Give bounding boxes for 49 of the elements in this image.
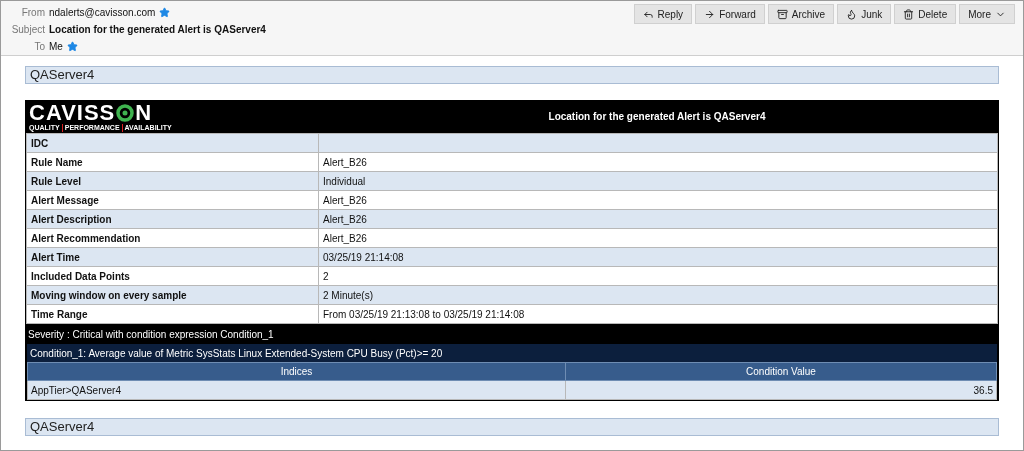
field-value: Location for the generated Alert is QAServer4: [49, 23, 266, 37]
toolbar-button[interactable]: More: [959, 4, 1015, 24]
toolbar-button[interactable]: Delete: [894, 4, 957, 24]
detail-label: Rule Name: [26, 152, 319, 172]
detail-value: Alert_B26: [323, 156, 367, 168]
trash-icon: [903, 8, 915, 20]
detail-label: Alert Description: [26, 209, 319, 229]
toolbar-button[interactable]: Forward: [695, 4, 765, 24]
server-name: QAServer4: [25, 418, 999, 436]
detail-label: Alert Time: [26, 247, 319, 267]
detail-label: IDC: [26, 133, 319, 153]
star-icon[interactable]: [159, 6, 171, 18]
column-header: Indices: [27, 362, 566, 381]
condition-title: Condition_1: Average value of Metric SysStats Linux Extended-System CPU Busy (Pct)>= 20: [27, 344, 997, 362]
arrow-icon: [704, 8, 716, 20]
logo-text: CAVISS: [29, 101, 116, 124]
flame-icon: [846, 8, 858, 20]
toolbar-button[interactable]: Reply: [633, 4, 693, 24]
detail-value: From 03/25/19 21:13:08 to 03/25/19 21:14:08: [323, 308, 525, 320]
logo-ring-icon: [116, 103, 135, 122]
severity-text: Severity : Critical with condition expression Condition_1: [25, 324, 999, 344]
detail-label: Time Range: [26, 304, 319, 324]
detail-label: Moving window on every sample: [26, 285, 319, 305]
detail-value: Alert_B26: [323, 232, 367, 244]
field-value: ndalerts@cavisson.com: [49, 5, 156, 20]
detail-label: Alert Recommendation: [26, 228, 319, 248]
field-label: Subject: [10, 23, 45, 37]
table-cell: AppTier>QAServer4: [27, 380, 566, 400]
archive-icon: [776, 8, 788, 20]
server-name: QAServer4: [25, 66, 999, 84]
field-value: Me: [49, 40, 63, 55]
detail-label: Included Data Points: [26, 266, 319, 286]
banner-title: Location for the generated Alert is QAServer4: [547, 110, 767, 124]
detail-value: 2 Minute(s): [323, 289, 373, 301]
toolbar-button[interactable]: Junk: [837, 4, 892, 24]
field-label: To: [33, 40, 45, 55]
column-header: Condition Value: [565, 362, 997, 381]
detail-label: Alert Message: [26, 190, 319, 210]
star-icon[interactable]: [66, 41, 78, 53]
detail-value: Alert_B26: [323, 213, 367, 225]
detail-label: Rule Level: [26, 171, 319, 191]
logo-text: N: [135, 101, 153, 124]
detail-value: Individual: [323, 175, 366, 187]
detail-value: Alert_B26: [323, 194, 367, 206]
table-cell: 36.5: [565, 380, 997, 400]
toolbar-button[interactable]: Archive: [767, 4, 835, 24]
detail-value: 03/25/19 21:14:08: [323, 251, 404, 263]
detail-value: 2: [323, 270, 329, 282]
field-label: From: [20, 5, 45, 20]
